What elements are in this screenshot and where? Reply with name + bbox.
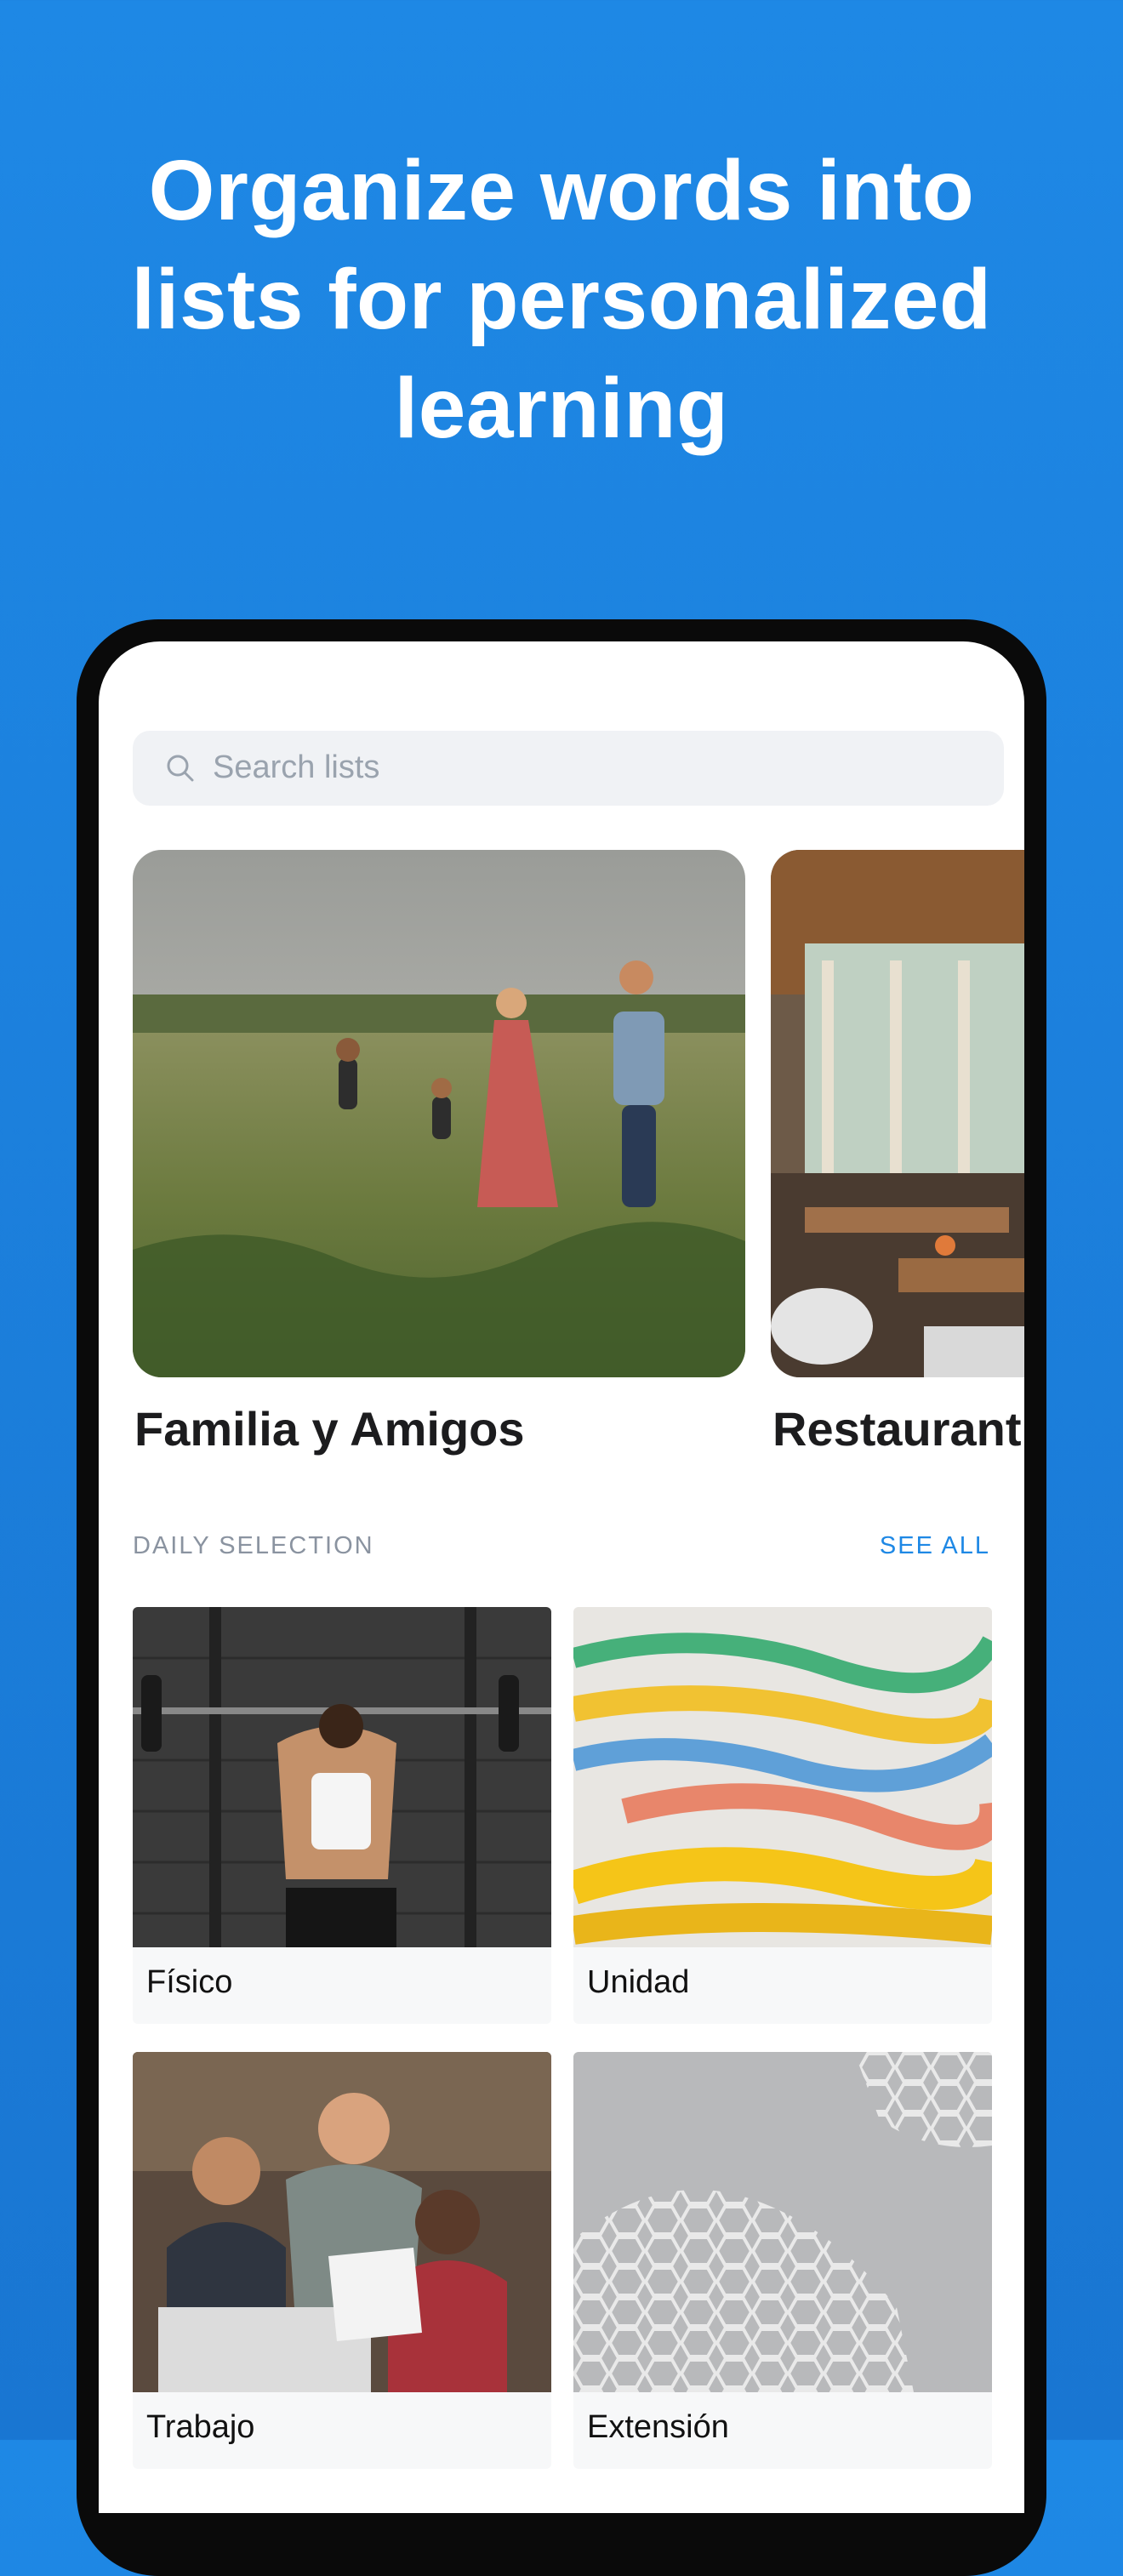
tile-label-unidad: Unidad	[587, 1964, 690, 2000]
headline-line-1: Organize words into	[148, 143, 975, 238]
search-placeholder: Search lists	[213, 749, 380, 785]
headline: Organize words into lists for personaliz…	[0, 136, 1123, 463]
search-input[interactable]: Search lists	[133, 731, 1004, 806]
featured-list-title-restaurant: Restaurant	[772, 1402, 1022, 1456]
tile-label-fisico: Físico	[146, 1964, 233, 2000]
phone-screen: Search lists Familia y Amigos Restaurant…	[99, 641, 1024, 2513]
see-all-link[interactable]: SEE ALL	[880, 1532, 990, 1560]
tile-label-trabajo: Trabajo	[146, 2409, 255, 2445]
daily-selection-tile-extension[interactable]: Extensión	[573, 2052, 992, 2469]
daily-selection-tile-unidad[interactable]: Unidad	[573, 1607, 992, 2024]
search-icon	[167, 755, 194, 782]
family-photo	[133, 850, 745, 1377]
featured-list-card-family[interactable]	[133, 850, 745, 1377]
featured-list-title-family: Familia y Amigos	[134, 1402, 525, 1456]
tile-image-unidad	[573, 1607, 992, 1947]
headline-line-3: learning	[394, 361, 729, 456]
restaurant-photo	[771, 850, 1024, 1377]
featured-list-card-restaurant[interactable]	[771, 850, 1024, 1377]
headline-line-2: lists for personalized	[131, 252, 992, 347]
tile-label-extension: Extensión	[587, 2409, 729, 2445]
tile-image-trabajo	[133, 2052, 551, 2392]
tile-image-extension	[573, 2052, 992, 2392]
tile-image-fisico	[133, 1607, 551, 1947]
daily-selection-label: DAILY SELECTION	[133, 1532, 374, 1559]
daily-selection-tile-trabajo[interactable]: Trabajo	[133, 2052, 551, 2469]
daily-selection-tile-fisico[interactable]: Físico	[133, 1607, 551, 2024]
